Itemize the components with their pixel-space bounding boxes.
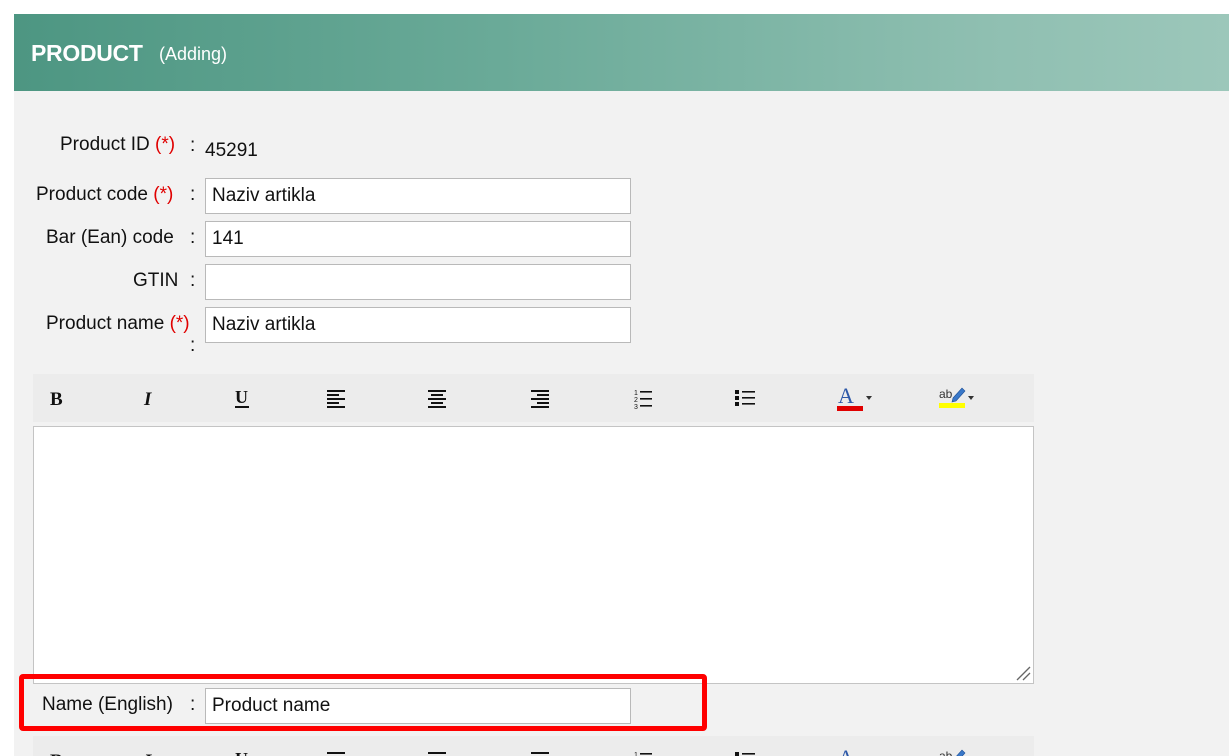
- svg-text:1: 1: [634, 390, 638, 397]
- align-left-icon: [327, 752, 345, 754]
- align-right-button[interactable]: [516, 736, 564, 756]
- editor-toolbar: B I U 1 2 3 A ab: [33, 374, 1034, 422]
- svg-text:I: I: [143, 751, 152, 756]
- highlight-color-button[interactable]: ab: [928, 736, 984, 756]
- numbered-list-icon: 1: [634, 752, 652, 756]
- font-color-button[interactable]: A: [826, 736, 882, 756]
- underline-icon: U: [235, 387, 249, 408]
- required-marker: (*): [155, 134, 176, 155]
- bold-icon: B: [50, 751, 63, 756]
- svg-text:B: B: [50, 751, 63, 756]
- product-panel: PRODUCT (Adding) Product ID (*) : 45291 …: [14, 14, 1229, 756]
- bullet-list-icon: [735, 390, 755, 406]
- bullet-list-icon: [735, 752, 755, 756]
- svg-text:1: 1: [634, 752, 638, 756]
- align-center-button[interactable]: [413, 736, 461, 756]
- product-code-input[interactable]: [205, 178, 631, 214]
- svg-text:ab: ab: [939, 749, 953, 756]
- colon: :: [190, 270, 196, 291]
- svg-text:A: A: [838, 384, 854, 408]
- highlight-color-icon: ab: [939, 387, 974, 408]
- align-center-icon: [428, 390, 446, 408]
- colon: :: [190, 135, 196, 156]
- gtin-label: GTIN: [133, 270, 179, 291]
- align-right-button[interactable]: [516, 374, 564, 422]
- underline-icon: U: [235, 749, 248, 756]
- italic-icon: I: [143, 389, 152, 410]
- align-center-icon: [428, 752, 446, 754]
- font-color-button[interactable]: A: [826, 374, 882, 422]
- svg-text:ab: ab: [939, 387, 953, 401]
- svg-text:B: B: [50, 389, 63, 410]
- bold-icon: B: [50, 389, 63, 410]
- bar-code-input[interactable]: [205, 221, 631, 257]
- bold-button[interactable]: B: [33, 374, 81, 422]
- svg-text:U: U: [235, 749, 248, 756]
- page-title: PRODUCT: [31, 40, 143, 66]
- colon: :: [190, 335, 196, 356]
- product-name-label: Product name (*): [46, 313, 190, 334]
- bar-code-label: Bar (Ean) code: [46, 227, 174, 248]
- resize-grip-icon[interactable]: [1013, 663, 1031, 681]
- numbered-list-button[interactable]: 1 2 3: [619, 374, 667, 422]
- page-header: PRODUCT (Adding): [14, 14, 1229, 91]
- align-right-icon: [531, 390, 549, 408]
- gtin-input[interactable]: [205, 264, 631, 300]
- editor-toolbar-english: B I U: [33, 736, 1034, 756]
- required-marker: (*): [153, 184, 174, 205]
- font-color-icon: A: [838, 746, 854, 756]
- product-id-label: Product ID (*): [60, 134, 176, 155]
- bold-button[interactable]: B: [33, 736, 81, 756]
- svg-text:2: 2: [634, 397, 638, 404]
- svg-text:I: I: [143, 389, 152, 410]
- align-center-button[interactable]: [413, 374, 461, 422]
- underline-button[interactable]: U: [218, 736, 266, 756]
- product-id-value: 45291: [205, 140, 258, 161]
- page-mode: (Adding): [159, 44, 228, 64]
- font-color-icon: A: [837, 384, 872, 411]
- description-editor[interactable]: [33, 426, 1034, 684]
- highlight-box: [19, 674, 707, 731]
- italic-icon: I: [143, 751, 152, 756]
- align-right-icon: [531, 752, 549, 754]
- numbered-list-button[interactable]: 1: [619, 736, 667, 756]
- highlight-color-button[interactable]: ab: [928, 374, 984, 422]
- required-marker: (*): [169, 313, 190, 334]
- align-left-button[interactable]: [312, 736, 360, 756]
- underline-button[interactable]: U: [218, 374, 266, 422]
- product-name-input[interactable]: [205, 307, 631, 343]
- align-left-button[interactable]: [312, 374, 360, 422]
- align-left-icon: [327, 390, 345, 408]
- colon: :: [190, 184, 196, 205]
- product-code-label: Product code (*): [36, 184, 174, 205]
- numbered-list-icon: 1 2 3: [634, 390, 652, 410]
- svg-text:3: 3: [634, 404, 638, 410]
- italic-button[interactable]: I: [125, 374, 173, 422]
- italic-button[interactable]: I: [125, 736, 173, 756]
- bullet-list-button[interactable]: [721, 374, 769, 422]
- svg-text:U: U: [235, 387, 248, 407]
- colon: :: [190, 227, 196, 248]
- bullet-list-button[interactable]: [721, 736, 769, 756]
- highlight-color-icon: ab: [939, 749, 966, 756]
- svg-text:A: A: [838, 746, 854, 756]
